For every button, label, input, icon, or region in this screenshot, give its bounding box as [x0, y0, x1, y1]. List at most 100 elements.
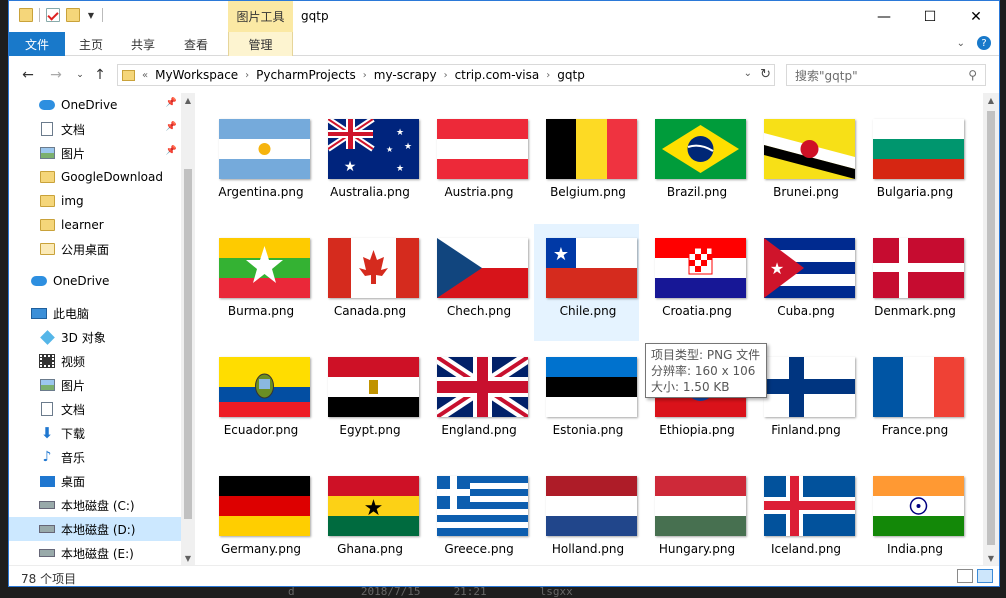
file-item[interactable]: Hungary.png [643, 462, 748, 565]
file-item[interactable]: India.png [861, 462, 966, 565]
expand-ribbon-chevron-icon[interactable]: ⌄ [957, 38, 965, 49]
sidebar-item[interactable]: ♪ 音乐 [9, 445, 181, 469]
drive-icon [39, 498, 55, 512]
file-item[interactable]: Croatia.png [643, 224, 748, 341]
sidebar-item[interactable]: 本地磁盘 (E:) [9, 541, 181, 565]
scroll-down-arrow-icon[interactable]: ▼ [983, 551, 999, 565]
file-name: Ethiopia.png [659, 423, 735, 437]
breadcrumb-item[interactable]: ctrip.com-visa [449, 68, 546, 82]
address-dropdown-chevron-icon[interactable]: ⌄ [744, 68, 752, 79]
file-item[interactable]: ★ Chile.png [534, 224, 639, 341]
file-item[interactable]: ★ ★ ★ ★ ★ Australia.png [316, 105, 421, 222]
sidebar-item-label: 文档 [61, 402, 86, 417]
flag-thumbnail [873, 476, 964, 536]
sidebar-item[interactable]: 视频 [9, 349, 181, 373]
file-item[interactable]: Egypt.png [316, 343, 421, 460]
file-item[interactable]: ★ Ghana.png [316, 462, 421, 565]
breadcrumb-overflow[interactable]: « [141, 70, 149, 81]
folder-icon [39, 242, 55, 256]
scroll-up-arrow-icon[interactable]: ▲ [181, 93, 195, 107]
help-icon[interactable]: ? [977, 36, 991, 50]
item-count: 78 个项目 [21, 572, 77, 586]
file-name: Brazil.png [666, 185, 728, 199]
file-item[interactable]: Greece.png [425, 462, 530, 565]
forward-arrow-icon[interactable]: → [47, 66, 65, 84]
address-bar[interactable]: « MyWorkspace › PycharmProjects › my-scr… [117, 64, 775, 86]
file-item[interactable]: Ecuador.png [207, 343, 312, 460]
file-item[interactable]: Canada.png [316, 224, 421, 341]
svg-text:★: ★ [386, 145, 393, 154]
file-name: Chech.png [446, 304, 512, 318]
scroll-down-arrow-icon[interactable]: ▼ [181, 551, 195, 565]
breadcrumb-item[interactable]: my-scrapy [368, 68, 443, 82]
file-item[interactable]: Burma.png [207, 224, 312, 341]
maximize-button[interactable]: ☐ [907, 1, 953, 32]
tab-home[interactable]: 主页 [69, 32, 113, 56]
breadcrumb-item[interactable]: MyWorkspace [149, 68, 244, 82]
sidebar-item[interactable]: OneDrive 📌 [9, 93, 181, 117]
file-item[interactable]: Estonia.png [534, 343, 639, 460]
divider [102, 8, 103, 22]
file-name: Brunei.png [773, 185, 839, 199]
file-item[interactable]: Denmark.png [861, 224, 966, 341]
tab-manage[interactable]: 管理 [228, 32, 293, 56]
sidebar-item-label: 下载 [61, 426, 86, 441]
file-item[interactable]: Argentina.png [207, 105, 312, 222]
tooltip-resolution: 分辨率: 160 x 106 [651, 364, 756, 378]
scroll-up-arrow-icon[interactable]: ▲ [983, 93, 999, 107]
tab-view[interactable]: 查看 [174, 32, 218, 56]
new-folder-icon[interactable] [66, 8, 80, 22]
sidebar-item[interactable]: 图片 [9, 373, 181, 397]
breadcrumb-item[interactable]: PycharmProjects [250, 68, 362, 82]
properties-icon[interactable] [46, 8, 60, 22]
sidebar-item[interactable]: 图片 📌 [9, 141, 181, 165]
file-item[interactable]: Belgium.png [534, 105, 639, 222]
scrollbar-thumb[interactable] [184, 169, 192, 519]
tab-share[interactable]: 共享 [121, 32, 165, 56]
file-item[interactable]: France.png [861, 343, 966, 460]
file-name: India.png [886, 542, 944, 556]
tab-file[interactable]: 文件 [9, 32, 65, 56]
sidebar-item[interactable]: learner [9, 213, 181, 237]
folder-icon[interactable] [19, 8, 33, 22]
sidebar-item[interactable]: 此电脑 [9, 301, 181, 325]
sidebar-item[interactable]: 3D 对象 [9, 325, 181, 349]
sidebar-item[interactable]: 本地磁盘 (D:) [9, 517, 181, 541]
file-item[interactable]: Austria.png [425, 105, 530, 222]
content-scrollbar[interactable]: ▲ ▼ [983, 93, 999, 565]
file-item[interactable]: Chech.png [425, 224, 530, 341]
sidebar-item[interactable]: 文档 [9, 397, 181, 421]
file-item[interactable]: Bulgaria.png [861, 105, 966, 222]
sidebar-item[interactable]: GoogleDownload [9, 165, 181, 189]
flag-thumbnail [437, 238, 528, 298]
large-icons-view-icon[interactable] [977, 569, 993, 583]
file-item[interactable]: England.png [425, 343, 530, 460]
file-item[interactable]: Brunei.png [752, 105, 857, 222]
customize-chevron-down-icon[interactable]: ▼ [86, 11, 96, 20]
sidebar-item[interactable]: 本地磁盘 (C:) [9, 493, 181, 517]
details-view-icon[interactable] [957, 569, 973, 583]
file-item[interactable]: Germany.png [207, 462, 312, 565]
minimize-button[interactable]: — [861, 1, 907, 32]
file-item[interactable]: Holland.png [534, 462, 639, 565]
file-item[interactable]: ★ Cuba.png [752, 224, 857, 341]
sidebar-item[interactable]: OneDrive [9, 269, 181, 293]
sidebar-item[interactable]: 文档 📌 [9, 117, 181, 141]
search-input[interactable]: 搜索"gqtp" ⚲ [786, 64, 986, 86]
close-button[interactable]: ✕ [953, 1, 999, 32]
scrollbar-thumb[interactable] [987, 111, 995, 545]
navigation-pane-scrollbar[interactable]: ▲ ▼ [181, 93, 195, 565]
sidebar-item[interactable]: 桌面 [9, 469, 181, 493]
sidebar-item[interactable]: img [9, 189, 181, 213]
back-arrow-icon[interactable]: ← [19, 66, 37, 84]
refresh-icon[interactable]: ↻ [760, 67, 771, 82]
flag-thumbnail [437, 119, 528, 179]
file-item[interactable]: Iceland.png [752, 462, 857, 565]
file-item[interactable]: Brazil.png [643, 105, 748, 222]
sidebar-item[interactable]: ⬇ 下载 [9, 421, 181, 445]
up-arrow-icon[interactable]: ↑ [91, 66, 109, 84]
recent-chevron-down-icon[interactable]: ⌄ [71, 66, 89, 84]
file-item[interactable]: Finland.png [752, 343, 857, 460]
breadcrumb-item[interactable]: gqtp [551, 68, 591, 82]
sidebar-item[interactable]: 公用桌面 [9, 237, 181, 261]
